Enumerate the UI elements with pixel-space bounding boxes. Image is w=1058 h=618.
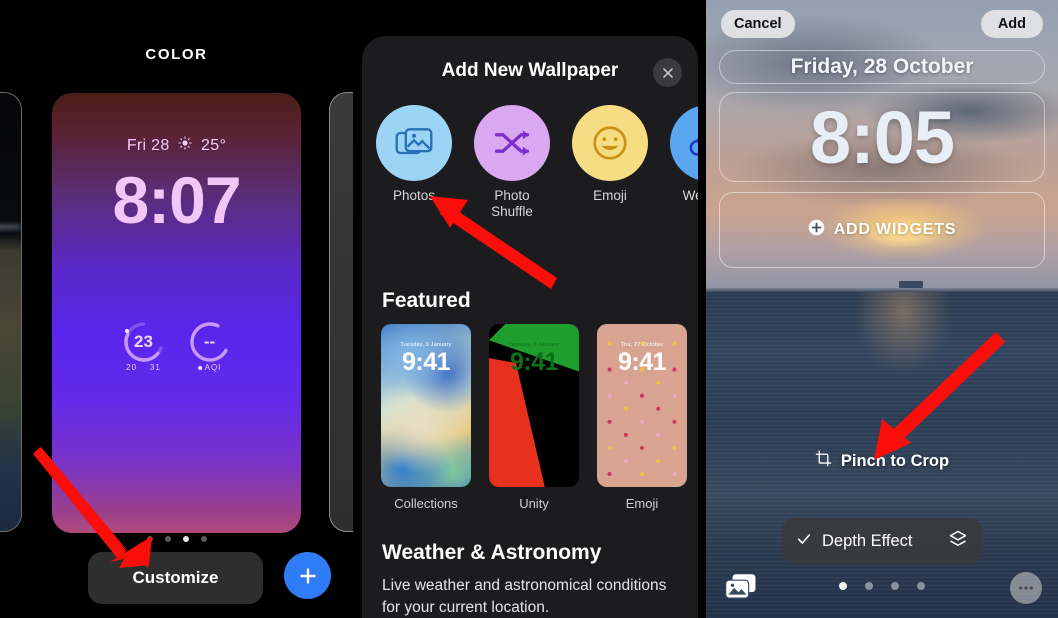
lockscreen-time: 8:05 [809,95,955,179]
category-label: Photo Shuffle [491,188,533,219]
thumb-time: 9:41 [401,348,451,376]
screenshot-stage: COLOR Fri 28 25° 8:07 23 20 31 -- AQI Cu… [0,0,1058,618]
weather-astronomy-heading: Weather & Astronomy [382,541,602,564]
range-low: 20 [126,363,138,372]
plus-icon [299,567,316,584]
check-icon [796,531,812,552]
more-ellipsis-icon[interactable] [1010,572,1042,604]
depth-effect-label: Depth Effect [822,531,913,550]
temperature-range-labels: 20 31 [126,363,161,372]
aqi-label: AQI [197,363,222,372]
panel-wallpaper-gallery: COLOR Fri 28 25° 8:07 23 20 31 -- AQI Cu… [0,0,353,618]
wallpaper-art: Tuesday, 9 January 9:41 [381,324,471,487]
category-label: Emoji [593,188,627,203]
category-label: Weather [682,188,698,203]
add-wallpaper-sheet: Add New Wallpaper Photos Photo Shuffle E… [362,36,698,618]
panel-add-new-wallpaper: Add New Wallpaper Photos Photo Shuffle E… [353,0,706,618]
temperature-range-widget[interactable]: 23 20 31 [123,321,165,372]
plus-circle-icon [808,219,825,241]
wallpaper-peek-right[interactable] [329,92,353,532]
page-dot[interactable] [865,582,873,590]
preview-widgets: 23 20 31 -- AQI [52,321,301,372]
thumb-time: 9:41 [617,348,667,376]
wallpaper-peek-left[interactable] [0,92,22,532]
category-weather[interactable]: Weather [670,105,698,220]
wallpaper-page-dots[interactable] [0,536,353,542]
thumb-caption: Collections [394,496,458,511]
preview-temperature: 25° [201,137,227,154]
add-button[interactable]: Add [980,10,1043,38]
featured-heading: Featured [382,289,471,312]
page-dot-active[interactable] [839,582,847,590]
editor-page-dots[interactable] [706,582,1058,590]
close-icon[interactable] [653,58,682,87]
sheet-title: Add New Wallpaper [441,60,619,81]
category-photos[interactable]: Photos [376,105,452,220]
add-widgets-button[interactable]: ADD WIDGETS [719,192,1045,268]
wallpaper-preview-card[interactable]: Fri 28 25° 8:07 23 20 31 -- AQI [52,93,301,533]
thumb-time: 9:41 [509,348,559,376]
featured-item-unity[interactable]: Tuesday, 9 January 9:41 Unity [489,324,579,511]
unity-red-shape [489,358,545,487]
shuffle-icon [474,105,550,181]
wallpaper-art: Thu, 27 October 9:41 [597,324,687,487]
emoji-icon [572,105,648,181]
thumb-caption: Unity [519,496,549,511]
wallpaper-category-row: Photos Photo Shuffle Emoji W [376,105,698,220]
category-emoji[interactable]: Emoji [572,105,648,220]
aqi-dot [197,365,202,370]
featured-item-collections[interactable]: Tuesday, 9 January 9:41 Collections [381,324,471,511]
weather-icon [670,105,698,181]
photos-icon [376,105,452,181]
temperature-value: 23 [134,332,153,351]
lockscreen-time-field[interactable]: 8:05 [719,92,1045,182]
category-photo-shuffle[interactable]: Photo Shuffle [474,105,550,220]
preview-date: Fri 28 [126,137,170,154]
panel-wallpaper-editor: Cancel Add Friday, 28 October 8:05 ADD W… [706,0,1058,618]
page-dot[interactable] [917,582,925,590]
page-dot[interactable] [146,536,153,542]
page-dot[interactable] [164,536,171,542]
weather-astronomy-description: Live weather and astronomical conditions… [382,577,667,616]
lockscreen-date: Friday, 28 October [790,55,974,78]
page-dot[interactable] [200,536,207,542]
wallpaper-art: Tuesday, 9 January 9:41 [489,324,579,487]
earth-glow [0,224,21,231]
air-quality-widget[interactable]: -- AQI [189,321,231,372]
range-high: 31 [149,363,161,372]
lockscreen-date-field[interactable]: Friday, 28 October [719,50,1045,84]
pinch-to-crop-hint: Pinch to Crop [706,450,1058,472]
aqi-value: -- [203,332,216,351]
page-dot-active[interactable] [182,536,189,542]
crop-icon [815,450,832,472]
thumb-caption: Emoji [625,496,659,511]
distant-ship [899,281,923,288]
customize-button[interactable]: Customize [88,552,263,604]
layers-icon [948,529,968,554]
depth-effect-toggle[interactable]: Depth Effect [782,518,982,564]
featured-thumbnails: Tuesday, 9 January 9:41 Collections Tues… [381,324,687,511]
page-dot[interactable] [891,582,899,590]
cancel-button[interactable]: Cancel [721,10,795,38]
aqi-text: AQI [204,363,222,372]
featured-item-emoji[interactable]: Thu, 27 October 9:41 Emoji [597,324,687,511]
category-label: Photos [392,188,436,203]
preview-clock: 8:07 [112,163,241,237]
add-widgets-label: ADD WIDGETS [833,221,957,238]
pinch-to-crop-label: Pinch to Crop [840,451,950,470]
add-wallpaper-button[interactable] [284,552,331,599]
page-title: COLOR [145,46,208,63]
